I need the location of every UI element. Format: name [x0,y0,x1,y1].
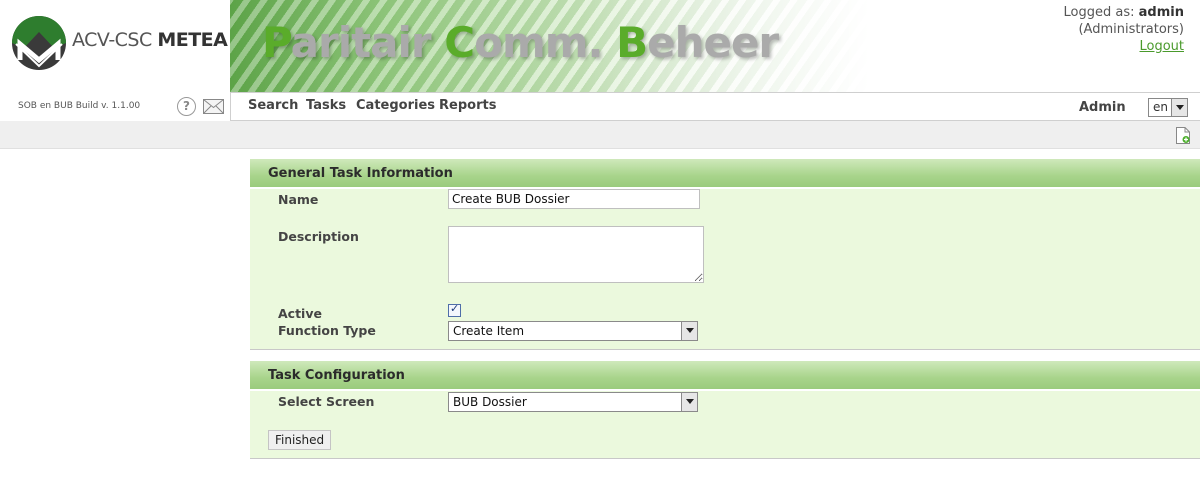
logo-icon [12,16,66,70]
add-document-icon[interactable] [1176,127,1190,144]
function-type-label: Function Type [278,323,376,338]
description-textarea[interactable] [448,226,704,283]
logged-as-line: Logged as: admin [1063,5,1184,20]
panel-title: General Task Information [250,159,1200,189]
function-type-value: Create Item [453,324,525,338]
chevron-down-icon[interactable] [1171,99,1187,116]
select-screen-label: Select Screen [278,394,375,409]
name-input[interactable] [448,189,700,209]
toolbar-strip [0,121,1200,149]
nav-search[interactable]: Search [248,98,298,113]
header-banner: Paritair Comm. Beheer [230,0,870,92]
nav-reports[interactable]: Reports [439,98,496,113]
general-task-panel: General Task Information Name Descriptio… [250,159,1200,350]
logo-text: ACV-CSC METEA [72,29,228,51]
language-value: en [1153,100,1168,114]
select-screen-value: BUB Dossier [453,395,527,409]
select-screen-select[interactable]: BUB Dossier [448,392,698,412]
help-icon[interactable]: ? [177,97,196,116]
active-label: Active [278,306,322,321]
nav-categories[interactable]: Categories [356,98,435,113]
chevron-down-icon[interactable] [681,393,697,411]
panel-title: Task Configuration [250,361,1200,391]
mail-icon[interactable] [203,99,224,114]
build-version: SOB en BUB Build v. 1.1.00 [18,101,141,111]
description-label: Description [278,229,359,244]
user-info: Logged as: admin (Administrators) Logout [1064,4,1184,55]
chevron-down-icon[interactable] [681,322,697,340]
logout-link[interactable]: Logout [1139,39,1184,54]
task-configuration-panel: Task Configuration Select Screen BUB Dos… [250,361,1200,459]
name-label: Name [278,192,319,207]
active-checkbox[interactable] [448,302,461,317]
build-info: SOB en BUB Build v. 1.1.00 [0,92,231,121]
language-select[interactable]: en [1148,98,1188,117]
main-nav: Search Tasks Categories Reports Admin en [230,92,1200,121]
nav-admin[interactable]: Admin [1079,100,1126,115]
finished-button[interactable]: Finished [268,430,332,450]
nav-tasks[interactable]: Tasks [306,98,346,113]
app-logo: ACV-CSC METEA [0,0,230,92]
user-role: (Administrators) [1078,22,1184,37]
banner-title: Paritair Comm. Beheer [262,18,779,67]
function-type-select[interactable]: Create Item [448,321,698,341]
